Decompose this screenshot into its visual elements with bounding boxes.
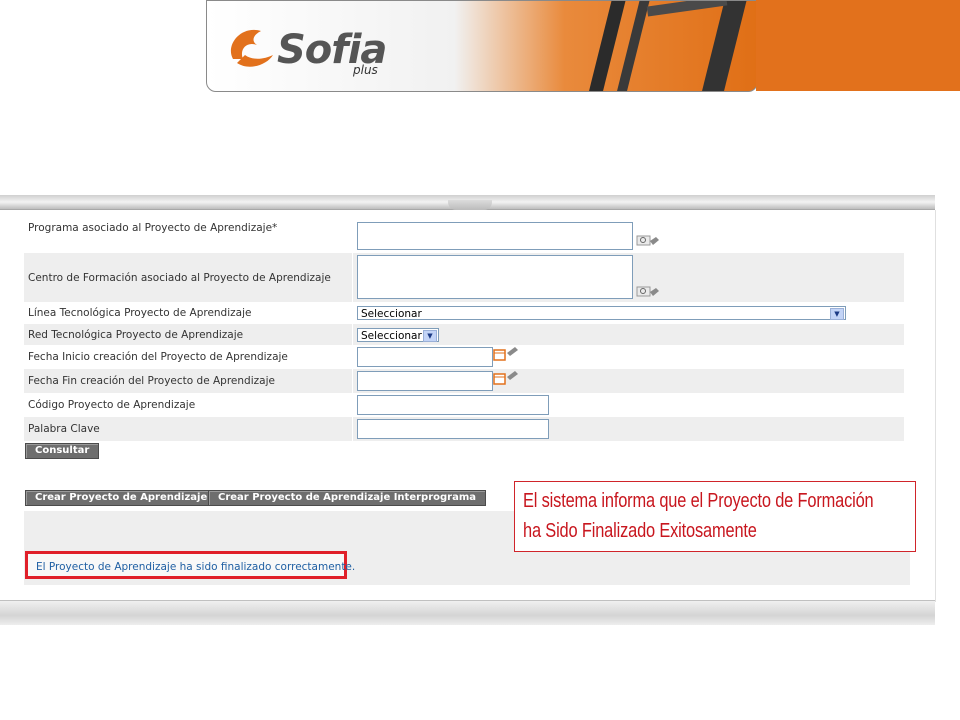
- success-message-highlight: El Proyecto de Aprendizaje ha sido final…: [25, 551, 355, 579]
- success-message: El Proyecto de Aprendizaje ha sido final…: [36, 561, 356, 573]
- calendar-icon[interactable]: [493, 347, 521, 361]
- logo-swirl-icon: [230, 29, 273, 67]
- divider: [352, 303, 353, 324]
- fecha-fin-input[interactable]: [357, 371, 493, 391]
- divider: [352, 253, 353, 302]
- panel-bottom-border: [0, 600, 935, 625]
- field-label: Línea Tecnológica Proyecto de Aprendizaj…: [28, 307, 252, 319]
- divider: [352, 417, 353, 441]
- field-label: Centro de Formación asociado al Proyecto…: [28, 272, 331, 284]
- programa-field[interactable]: [357, 222, 633, 250]
- select-value: Seleccionar: [361, 308, 422, 320]
- lookup-search-icon[interactable]: [636, 234, 660, 248]
- sofia-plus-logo: Sofia plus: [225, 13, 387, 83]
- dropdown-arrow-icon[interactable]: ▼: [830, 308, 844, 320]
- panel-handle: [448, 200, 492, 210]
- divider: [352, 393, 353, 417]
- header-banner: Sofia plus: [206, 0, 758, 92]
- codigo-proyecto-input[interactable]: [357, 395, 549, 415]
- form-row: Palabra Clave: [24, 417, 904, 442]
- field-label: Fecha Fin creación del Proyecto de Apren…: [28, 375, 275, 387]
- divider: [352, 369, 353, 393]
- form-row: Línea Tecnológica Proyecto de Aprendizaj…: [24, 303, 904, 325]
- consultar-button[interactable]: Consultar: [25, 443, 100, 459]
- lookup-search-icon[interactable]: [636, 285, 660, 299]
- select-value: Seleccionar: [361, 330, 422, 342]
- crear-proyecto-button[interactable]: Crear Proyecto de Aprendizaje: [25, 490, 218, 506]
- form-row: Fecha Inicio creación del Proyecto de Ap…: [24, 345, 904, 370]
- callout-line: El sistema informa que el Proyecto de Fo…: [523, 490, 874, 512]
- fecha-inicio-input[interactable]: [357, 347, 493, 367]
- crear-interprograma-button[interactable]: Crear Proyecto de Aprendizaje Interprogr…: [208, 490, 487, 506]
- field-label: Palabra Clave: [28, 423, 100, 435]
- logo-subtext: plus: [353, 63, 378, 77]
- divider: [352, 324, 353, 345]
- annotation-callout: El sistema informa que el Proyecto de Fo…: [514, 481, 916, 552]
- palabra-clave-input[interactable]: [357, 419, 549, 439]
- centro-formacion-field[interactable]: [357, 255, 633, 299]
- form-row: Centro de Formación asociado al Proyecto…: [24, 253, 904, 303]
- field-label: Programa asociado al Proyecto de Aprendi…: [28, 222, 278, 234]
- red-tecnologica-select[interactable]: Seleccionar ▼: [357, 328, 439, 342]
- linea-tecnologica-select[interactable]: Seleccionar ▼: [357, 306, 846, 320]
- calendar-icon[interactable]: [493, 371, 521, 385]
- divider: [352, 222, 353, 253]
- form-row: Programa asociado al Proyecto de Aprendi…: [24, 222, 904, 254]
- field-label: Red Tecnológica Proyecto de Aprendizaje: [28, 329, 244, 341]
- banner-decoration: [646, 1, 728, 17]
- callout-text: El sistema informa que el Proyecto de Fo…: [523, 486, 874, 546]
- callout-line: ha Sido Finalizado Exitosamente: [523, 520, 757, 542]
- banner-decoration: [697, 1, 749, 91]
- form-row: Red Tecnológica Proyecto de Aprendizaje …: [24, 324, 904, 346]
- form-row: Fecha Fin creación del Proyecto de Apren…: [24, 369, 904, 394]
- field-label: Código Proyecto de Aprendizaje: [28, 399, 196, 411]
- header-accent-strip: [756, 0, 960, 91]
- field-label: Fecha Inicio creación del Proyecto de Ap…: [28, 351, 288, 363]
- dropdown-arrow-icon[interactable]: ▼: [423, 330, 437, 342]
- form-row: Código Proyecto de Aprendizaje: [24, 393, 904, 418]
- divider: [352, 345, 353, 369]
